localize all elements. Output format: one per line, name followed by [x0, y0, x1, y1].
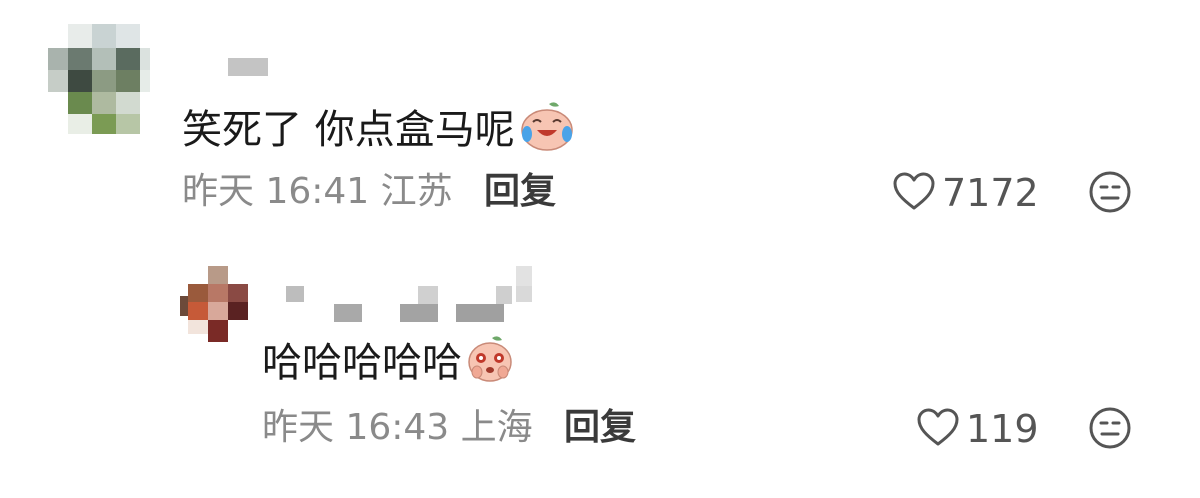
comment-location: 江苏: [380, 171, 453, 212]
reply-text: 哈哈哈哈哈: [262, 334, 514, 391]
comment-meta: 昨天 16:41 江苏: [182, 174, 453, 210]
heart-icon: [916, 407, 960, 451]
like-button[interactable]: 119: [916, 407, 1039, 451]
comment-time: 昨天 16:41: [182, 171, 370, 212]
like-count: 119: [966, 407, 1039, 451]
dislike-button[interactable]: [1088, 406, 1132, 454]
like-count: 7172: [942, 171, 1039, 215]
like-button[interactable]: 7172: [892, 171, 1039, 215]
starry-eyed-peach-emoji: [466, 334, 514, 391]
reply-meta: 昨天 16:43 上海: [262, 410, 533, 446]
avatar[interactable]: [48, 24, 150, 134]
reply-location: 上海: [460, 407, 533, 448]
dislike-button[interactable]: [1088, 170, 1132, 218]
reply-time: 昨天 16:43: [262, 407, 450, 448]
avatar[interactable]: [180, 266, 248, 342]
username-redacted[interactable]: [228, 58, 268, 76]
neutral-face-icon: [1088, 407, 1132, 454]
neutral-face-icon: [1088, 171, 1132, 218]
comment-text: 笑死了 你点盒马呢: [182, 100, 575, 159]
reply-button[interactable]: 回复: [564, 410, 636, 446]
laughing-crying-peach-emoji: [519, 100, 575, 159]
username-redacted[interactable]: [286, 266, 534, 322]
heart-icon: [892, 171, 936, 215]
reply-button[interactable]: 回复: [484, 174, 556, 210]
